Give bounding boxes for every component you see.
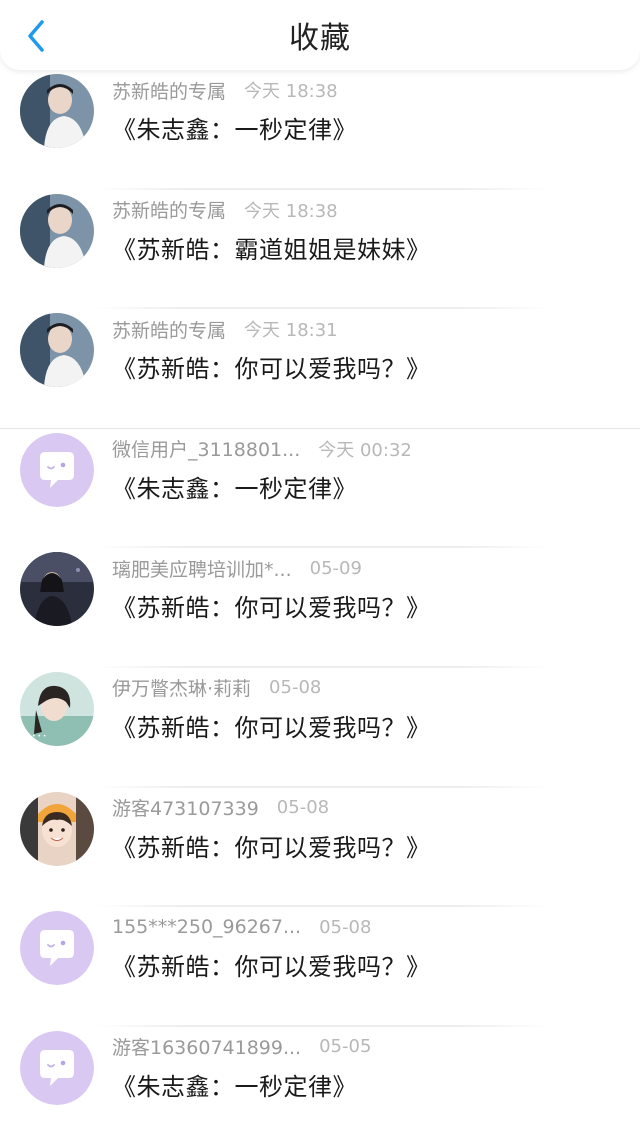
top-bar: 收藏 bbox=[0, 0, 640, 70]
favorite-content: 《苏新皓：你可以爱我吗？》 bbox=[112, 713, 431, 742]
boy-photo-avatar bbox=[20, 193, 94, 268]
timestamp: 05-05 bbox=[319, 1036, 372, 1058]
favorite-content: 《朱志鑫：一秒定律》 bbox=[112, 1072, 357, 1101]
item-meta: 伊万瞥杰琳·莉莉 05-08 bbox=[112, 672, 321, 704]
avatar[interactable] bbox=[20, 432, 94, 507]
sender-name: 苏新皓的专属 bbox=[112, 200, 227, 223]
avatar[interactable] bbox=[20, 313, 94, 388]
favorite-content: 《苏新皓：你可以爱我吗？》 bbox=[112, 355, 431, 384]
item-meta: 苏新皓的专属 今天 18:31 bbox=[112, 313, 338, 345]
timestamp: 今天 00:32 bbox=[318, 439, 412, 461]
item-meta: 苏新皓的专属 今天 18:38 bbox=[112, 194, 338, 226]
item-meta: 微信用户_3118801... 今天 00:32 bbox=[112, 433, 412, 465]
favorite-content: 《朱志鑫：一秒定律》 bbox=[112, 116, 357, 144]
avatar[interactable]: • • • bbox=[20, 671, 94, 746]
favorite-item[interactable]: 苏新皓的专属 今天 18:38 《朱志鑫：一秒定律》 bbox=[0, 74, 640, 190]
sender-name: 155***250_96267... bbox=[112, 916, 302, 939]
item-meta: 游客473107339 05-08 bbox=[112, 792, 329, 824]
sender-name: 苏新皓的专属 bbox=[112, 80, 227, 103]
sender-name: 微信用户_3118801... bbox=[112, 439, 301, 462]
favorite-item[interactable]: 苏新皓的专属 今天 18:31 《苏新皓：你可以爱我吗？》 bbox=[0, 309, 640, 429]
avatar[interactable] bbox=[20, 193, 94, 268]
item-meta: 璃肥美应聘培训加*... 05-09 bbox=[112, 552, 362, 584]
sender-name: 游客16360741899... bbox=[112, 1037, 302, 1060]
favorite-content: 《苏新皓：你可以爱我吗？》 bbox=[112, 594, 431, 623]
boy-photo-avatar bbox=[20, 74, 94, 148]
timestamp: 今天 18:38 bbox=[244, 200, 338, 222]
avatar[interactable] bbox=[20, 74, 94, 148]
child-photo-avatar bbox=[20, 791, 94, 866]
favorite-content: 《苏新皓：霸道姐姐是妹妹》 bbox=[112, 235, 431, 264]
favorite-content: 《朱志鑫：一秒定律》 bbox=[112, 474, 357, 503]
timestamp: 05-08 bbox=[269, 677, 322, 699]
favorite-item[interactable]: 璃肥美应聘培训加*... 05-09 《苏新皓：你可以爱我吗？》 bbox=[0, 548, 640, 668]
timestamp: 今天 18:38 bbox=[244, 81, 338, 102]
svg-text:• • •: • • • bbox=[32, 733, 46, 740]
favorites-page: 收藏 苏新皓的专属 今天 18:38 《朱志鑫：一秒定律》 苏新皓的专属 今天 … bbox=[0, 0, 640, 1137]
timestamp: 05-08 bbox=[276, 797, 330, 819]
chat-bubble-icon bbox=[20, 1030, 94, 1105]
chat-bubble-icon bbox=[20, 432, 94, 507]
item-meta: 游客16360741899... 05-05 bbox=[112, 1031, 371, 1063]
item-meta: 155***250_96267... 05-08 bbox=[112, 911, 371, 943]
favorites-list: 苏新皓的专属 今天 18:38 《朱志鑫：一秒定律》 苏新皓的专属 今天 18:… bbox=[0, 74, 640, 1137]
back-button[interactable] bbox=[14, 14, 58, 58]
timestamp: 今天 18:31 bbox=[244, 320, 338, 342]
timestamp: 05-08 bbox=[319, 916, 372, 938]
night-photo-avatar bbox=[20, 552, 94, 627]
avatar[interactable] bbox=[20, 911, 94, 986]
timestamp: 05-09 bbox=[309, 557, 362, 579]
sender-name: 苏新皓的专属 bbox=[112, 319, 227, 342]
favorite-item[interactable]: • • • 伊万瞥杰琳·莉莉 05-08 《苏新皓：你可以爱我吗？》 bbox=[0, 668, 640, 788]
avatar[interactable] bbox=[20, 552, 94, 627]
favorite-content: 《苏新皓：你可以爱我吗？》 bbox=[112, 953, 431, 982]
sender-name: 游客473107339 bbox=[112, 798, 259, 821]
girl-photo-avatar: • • • bbox=[20, 671, 94, 746]
boy-photo-avatar bbox=[20, 313, 94, 388]
avatar[interactable] bbox=[20, 791, 94, 866]
favorite-item[interactable]: 155***250_96267... 05-08 《苏新皓：你可以爱我吗？》 bbox=[0, 907, 640, 1027]
chat-bubble-icon bbox=[20, 911, 94, 986]
page-title: 收藏 bbox=[289, 21, 351, 56]
favorite-item[interactable]: 游客473107339 05-08 《苏新皓：你可以爱我吗？》 bbox=[0, 788, 640, 908]
chevron-left-icon bbox=[28, 20, 44, 52]
favorite-item[interactable]: 微信用户_3118801... 今天 00:32 《朱志鑫：一秒定律》 bbox=[0, 429, 640, 549]
avatar[interactable] bbox=[20, 1030, 94, 1105]
favorite-item[interactable]: 苏新皓的专属 今天 18:38 《苏新皓：霸道姐姐是妹妹》 bbox=[0, 190, 640, 310]
sender-name: 伊万瞥杰琳·莉莉 bbox=[112, 678, 252, 701]
sender-name: 璃肥美应聘培训加*... bbox=[112, 558, 292, 581]
favorite-content: 《苏新皓：你可以爱我吗？》 bbox=[112, 833, 431, 862]
favorite-item[interactable]: 游客16360741899... 05-05 《朱志鑫：一秒定律》 bbox=[0, 1027, 640, 1137]
item-meta: 苏新皓的专属 今天 18:38 bbox=[112, 74, 338, 106]
